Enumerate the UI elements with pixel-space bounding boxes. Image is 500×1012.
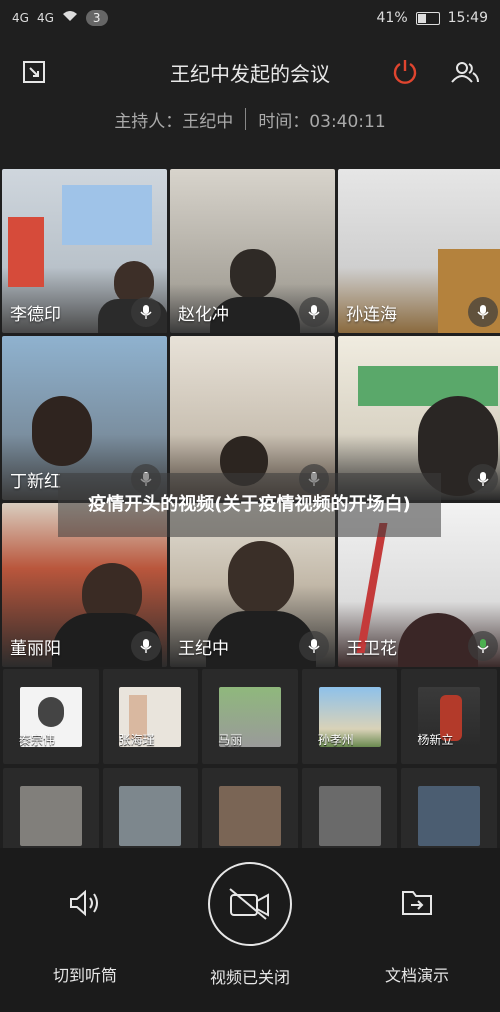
meeting-header: 王纪中发起的会议: [0, 44, 500, 100]
doc-share-label: 文档演示: [384, 966, 449, 985]
thumbnail-name: 孙孝州: [317, 733, 354, 747]
thumbnail-name: 杨新立: [417, 733, 454, 747]
thumbnail-card[interactable]: 秦宗伟: [3, 669, 99, 764]
mic-icon: [468, 464, 498, 494]
window-shape: [62, 185, 152, 245]
camera-off-icon: [208, 862, 292, 946]
battery-icon: [415, 11, 440, 25]
video-toggle-button[interactable]: 视频已关闭: [195, 862, 305, 988]
thumbnail-row: 秦宗伟 张海瑾 马丽 孙孝州 杨新立: [0, 669, 500, 764]
document-share-button[interactable]: 文档演示: [372, 888, 462, 986]
divider: [245, 108, 247, 130]
elapsed-time: 时间：03:40:11: [258, 111, 386, 132]
mic-icon: [131, 631, 161, 661]
folder-share-icon: [372, 888, 462, 924]
participant-name: 丁新红: [10, 472, 61, 492]
status-bar: 4G 4G 3 41% 15:49: [0, 0, 500, 36]
participant-name: 王卫花: [346, 639, 397, 659]
participant-name: 董丽阳: [10, 639, 61, 659]
wifi-icon: [62, 10, 78, 26]
person-head: [398, 613, 478, 667]
participant-name: 赵化冲: [178, 305, 229, 325]
meeting-info: 主持人：王纪中 时间：03:40:11: [0, 102, 500, 136]
participant-name: 李德印: [10, 305, 61, 325]
caption-text: 疫情开头的视频(关于疫情视频的开场白): [88, 494, 411, 515]
earpiece-button[interactable]: 切到听筒: [40, 888, 130, 986]
avatar: [418, 785, 481, 846]
person-head: [230, 249, 276, 299]
video-off-label: 视频已关闭: [209, 968, 290, 987]
control-bar: 切到听筒 视频已关闭 文档演示: [0, 848, 500, 1012]
minimize-icon[interactable]: [14, 52, 54, 92]
avatar: [318, 785, 381, 846]
mic-icon: [299, 297, 329, 327]
host-label: 主持人：王纪中: [114, 111, 234, 132]
thumbnail-card[interactable]: 孙孝州: [301, 669, 398, 764]
participant-name: 孙连海: [346, 305, 397, 325]
avatar: [119, 785, 182, 846]
end-meeting-button[interactable]: [385, 52, 425, 92]
clock: 15:49: [447, 10, 488, 26]
participant-name: 王纪中: [178, 639, 229, 659]
person-head: [228, 541, 294, 615]
notification-badge: 3: [85, 10, 108, 26]
thumbnail-name: 马丽: [218, 733, 243, 747]
video-tile[interactable]: 李德印: [2, 169, 167, 333]
person-head: [32, 396, 92, 466]
poster-shape: [8, 217, 44, 287]
avatar: [19, 785, 82, 846]
signal-icon: 4G: [12, 11, 29, 25]
earpiece-label: 切到听筒: [52, 966, 117, 985]
thumbnail-card[interactable]: 马丽: [202, 669, 298, 764]
thumbnail-card[interactable]: 杨新立: [401, 669, 497, 764]
mic-icon: [468, 297, 498, 327]
mic-icon: [131, 297, 161, 327]
avatar: [218, 785, 281, 846]
participant-thumbnails: 秦宗伟 张海瑾 马丽 孙孝州 杨新立: [0, 669, 500, 863]
mic-icon: [468, 631, 498, 661]
caption-overlay: 疫情开头的视频(关于疫情视频的开场白): [58, 473, 441, 537]
video-tile[interactable]: 赵化冲: [170, 169, 335, 333]
thumbnail-name: 张海瑾: [118, 733, 155, 747]
speaker-icon: [40, 888, 130, 924]
meeting-title: 王纪中发起的会议: [170, 61, 330, 86]
battery-percent: 41%: [376, 10, 408, 26]
video-tile[interactable]: 孙连海: [338, 169, 500, 333]
signal-icon: 4G: [36, 11, 54, 25]
participants-icon[interactable]: [445, 52, 485, 92]
video-grid: 李德印 赵化冲 孙连海 丁新红 董丽阳 王纪中 王卫花: [0, 169, 500, 667]
thumbnail-card[interactable]: 张海瑾: [102, 669, 199, 764]
thumbnail-name: 秦宗伟: [19, 733, 56, 747]
mic-icon: [299, 631, 329, 661]
